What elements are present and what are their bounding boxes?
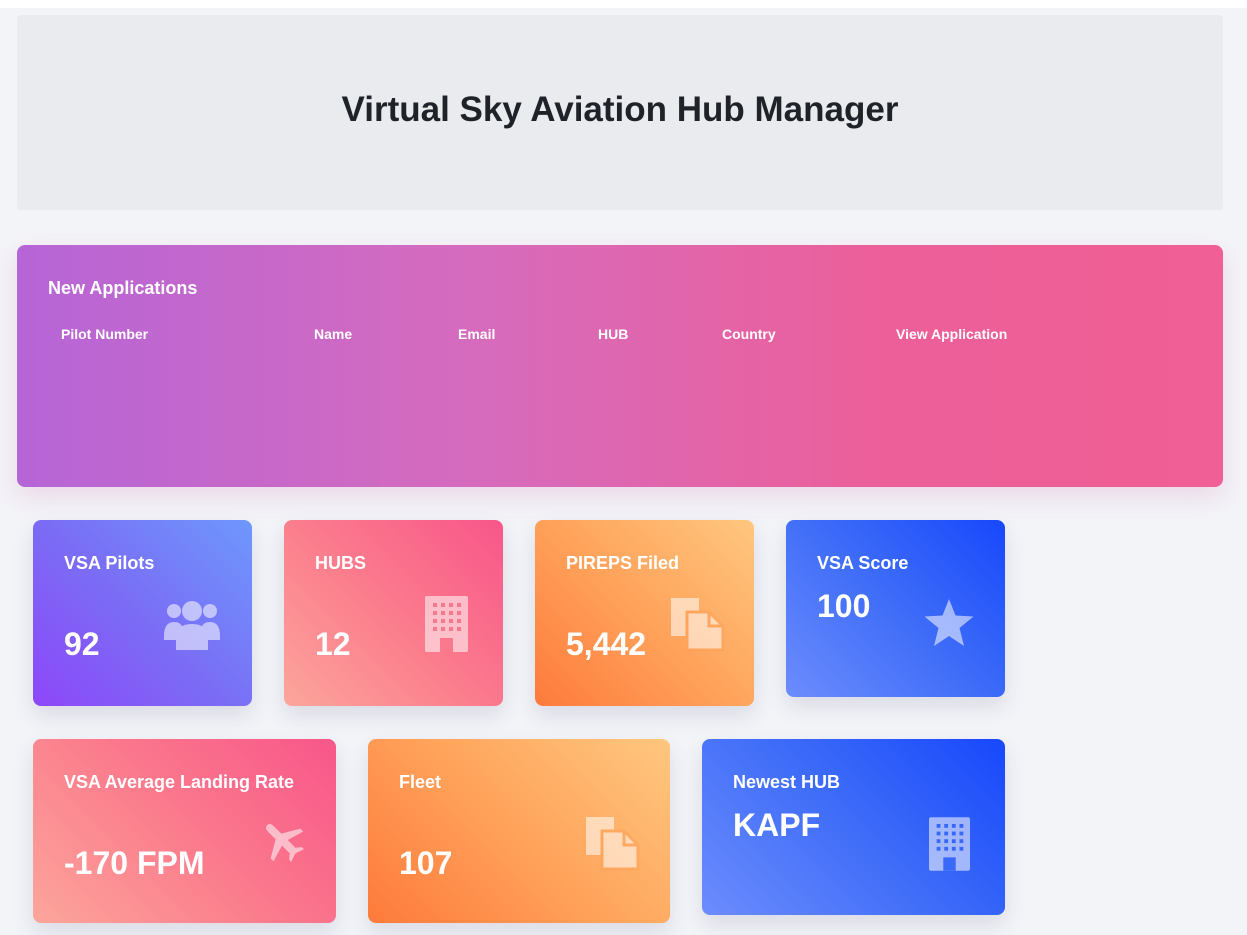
users-icon bbox=[164, 601, 220, 650]
stat-label: VSA Score bbox=[817, 553, 909, 573]
stat-card-average-landing-rate[interactable]: VSA Average Landing Rate -170 FPM bbox=[33, 739, 336, 923]
stat-label: Fleet bbox=[399, 772, 442, 792]
column-header-hub[interactable]: HUB bbox=[598, 326, 628, 342]
stat-value: 12 bbox=[315, 626, 351, 662]
column-header-country[interactable]: Country bbox=[722, 326, 776, 342]
stat-value: 107 bbox=[399, 845, 453, 881]
stat-value: 100 bbox=[817, 588, 871, 624]
stat-value: 92 bbox=[64, 626, 100, 662]
column-header-view-application[interactable]: View Application bbox=[896, 326, 1007, 342]
star-icon bbox=[924, 599, 974, 646]
copy-icon bbox=[671, 598, 725, 652]
stat-card-newest-hub[interactable]: Newest HUB KAPF bbox=[702, 739, 1005, 915]
new-applications-title: New Applications bbox=[48, 278, 198, 298]
stat-card-fleet[interactable]: Fleet 107 bbox=[368, 739, 670, 923]
stat-label: HUBS bbox=[315, 553, 367, 573]
stat-label: Newest HUB bbox=[733, 772, 841, 792]
stat-card-hubs[interactable]: HUBS 12 bbox=[284, 520, 503, 706]
stat-card-pireps-filed[interactable]: PIREPS Filed 5,442 bbox=[535, 520, 754, 706]
building-icon bbox=[425, 596, 468, 652]
stat-value: 5,442 bbox=[566, 626, 647, 662]
stat-card-vsa-score[interactable]: VSA Score 100 bbox=[786, 520, 1005, 697]
column-header-pilot-number[interactable]: Pilot Number bbox=[61, 326, 148, 342]
stat-label: PIREPS Filed bbox=[566, 553, 680, 573]
copy-icon bbox=[586, 817, 640, 871]
new-applications-panel: New Applications Pilot Number Name Email… bbox=[17, 245, 1223, 487]
column-header-email[interactable]: Email bbox=[458, 326, 495, 342]
building-icon bbox=[929, 817, 970, 871]
column-header-name[interactable]: Name bbox=[314, 326, 352, 342]
stat-label: VSA Pilots bbox=[64, 553, 155, 573]
stat-card-vsa-pilots[interactable]: VSA Pilots 92 bbox=[33, 520, 252, 706]
plane-icon bbox=[266, 824, 304, 862]
stat-label: VSA Average Landing Rate bbox=[64, 772, 295, 792]
page-header: Virtual Sky Aviation Hub Manager bbox=[17, 15, 1223, 210]
stat-value: KAPF bbox=[733, 807, 821, 843]
page-title: Virtual Sky Aviation Hub Manager bbox=[341, 89, 899, 129]
stat-value: -170 FPM bbox=[64, 845, 205, 881]
top-strip bbox=[0, 0, 1247, 8]
